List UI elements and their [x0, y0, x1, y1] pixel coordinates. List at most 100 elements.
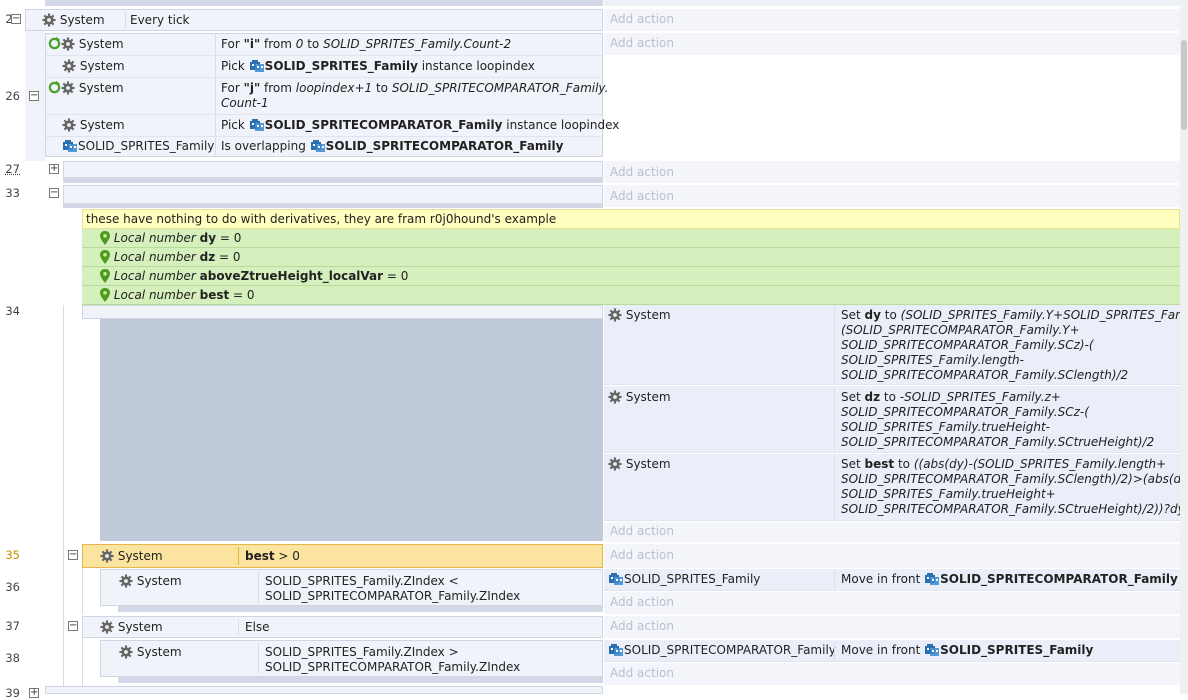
- condition-text: For "j" from loopindex+1 to SOLID_SPRITE…: [221, 81, 609, 95]
- line-number-37: 37: [5, 619, 20, 633]
- condition-text: Every tick: [130, 13, 190, 27]
- add-action-link[interactable]: Add action: [610, 189, 674, 203]
- action-move-in-front-36[interactable]: SOLID_SPRITES_Family Move in front SOLID…: [604, 569, 1180, 591]
- line-number-38: 38: [5, 651, 20, 665]
- condition-object: System: [78, 37, 124, 51]
- event-26-actions: Add action: [604, 33, 1180, 55]
- event-37-indent: [82, 638, 100, 686]
- local-variable-row[interactable]: Local number aboveZtrueHeight_localVar =…: [82, 267, 1180, 286]
- action-set-dz[interactable]: System Set dz to -SOLID_SPRITES_Family.z…: [604, 386, 1180, 453]
- add-action-link[interactable]: Add action: [610, 619, 674, 633]
- event-27-actions: Add action: [604, 161, 1180, 183]
- collapse-toggle-37[interactable]: −: [68, 621, 78, 631]
- scrollbar-thumb[interactable]: [1181, 40, 1187, 130]
- event-34-condition[interactable]: [82, 305, 603, 319]
- add-action-link[interactable]: Add action: [610, 36, 674, 50]
- action-text: Set dz to -SOLID_SPRITES_Family.z+ SOLID…: [841, 390, 1155, 449]
- condition-text: Else: [245, 620, 270, 634]
- gear-icon: [119, 574, 133, 588]
- gear-icon: [42, 13, 56, 27]
- condition-object: SOLID_SPRITES_Family: [78, 139, 215, 153]
- add-action-link[interactable]: Add action: [610, 524, 674, 538]
- add-action-link[interactable]: Add action: [610, 666, 674, 680]
- event-33-actions: Add action: [604, 185, 1180, 207]
- sprite-family-icon: [608, 643, 624, 657]
- action-text: Move in front SOLID_SPRITECOMPARATOR_Fam…: [841, 572, 1178, 586]
- expand-toggle-27[interactable]: +: [49, 164, 59, 174]
- condition-text: best > 0: [245, 549, 300, 563]
- event-39-condition[interactable]: [45, 686, 603, 694]
- local-variable-icon: [100, 288, 110, 302]
- condition-text: SOLID_SPRITES_Family.ZIndex > SOLID_SPRIT…: [265, 645, 521, 674]
- line-number-35: 35: [5, 548, 20, 562]
- event-37-condition[interactable]: System Else: [82, 616, 603, 638]
- local-variable-row[interactable]: Local number dy = 0: [82, 229, 1180, 248]
- condition-object: System: [117, 549, 163, 563]
- event-36-condition[interactable]: System SOLID_SPRITES_Family.ZIndex < SOLI…: [100, 569, 603, 606]
- event-35-actions: Add action: [604, 544, 1180, 568]
- condition-text: For "i" from 0 to SOLID_SPRITES_Family.C…: [221, 37, 512, 51]
- line-number-39: 39: [5, 686, 20, 700]
- event-38-bar: [118, 677, 603, 683]
- event-36-bar: [118, 606, 603, 612]
- expand-toggle-39[interactable]: +: [29, 688, 39, 698]
- local-variable-icon: [100, 269, 110, 283]
- condition-object: System: [78, 81, 124, 95]
- condition-for-j[interactable]: System For "j" from loopindex+1 to SOLID…: [46, 78, 608, 115]
- local-variable-row[interactable]: Local number dz = 0: [82, 248, 1180, 267]
- action-object: System: [625, 390, 671, 404]
- local-variable-row[interactable]: Local number best = 0: [82, 286, 1180, 305]
- loop-icon: [48, 37, 61, 50]
- comment-text: these have nothing to do with derivative…: [86, 212, 557, 226]
- condition-text: Pick SOLID_SPRITECOMPARATOR_Family insta…: [221, 118, 620, 132]
- event-33-bar: [63, 203, 603, 208]
- comment-row[interactable]: these have nothing to do with derivative…: [82, 209, 1180, 229]
- action-text: Set dy to (SOLID_SPRITES_Family.Y+SOLID_…: [841, 308, 1188, 382]
- condition-pick-sprites[interactable]: System Pick SOLID_SPRITES_Family instanc…: [46, 56, 602, 78]
- event-25-condition[interactable]: System Every tick: [25, 9, 603, 31]
- previous-action-strip: [604, 0, 1180, 6]
- condition-for-i[interactable]: System For "i" from 0 to SOLID_SPRITES_F…: [46, 34, 602, 56]
- add-action-link[interactable]: Add action: [610, 165, 674, 179]
- gear-icon: [100, 549, 114, 563]
- collapse-toggle-25[interactable]: −: [11, 14, 21, 24]
- condition-text-continued: Count-1: [221, 96, 269, 110]
- add-action-link[interactable]: Add action: [610, 595, 674, 609]
- condition-is-overlapping[interactable]: SOLID_SPRITES_Family Is overlapping SOLI…: [46, 137, 602, 157]
- local-variable-icon: [100, 250, 110, 264]
- line-number-34: 34: [5, 304, 20, 318]
- action-object: SOLID_SPRITES_Family: [624, 572, 761, 586]
- event-38-condition[interactable]: System SOLID_SPRITES_Family.ZIndex > SOLI…: [100, 640, 603, 677]
- condition-pick-comparator[interactable]: System Pick SOLID_SPRITECOMPARATOR_Famil…: [46, 115, 619, 137]
- event-33-indent: [63, 305, 83, 689]
- event-34-add-action: Add action: [604, 522, 1180, 542]
- event-35-condition[interactable]: System best > 0: [82, 544, 603, 568]
- condition-text: Is overlapping SOLID_SPRITECOMPARATOR_Fa…: [221, 139, 564, 153]
- action-object: System: [625, 308, 671, 322]
- event-27-bar: [63, 177, 603, 183]
- collapse-toggle-26[interactable]: −: [29, 91, 39, 101]
- collapse-toggle-35[interactable]: −: [68, 550, 78, 560]
- condition-object: System: [79, 118, 125, 132]
- gear-icon: [62, 59, 76, 73]
- gear-icon: [61, 81, 75, 95]
- gear-icon: [608, 457, 622, 471]
- action-text: Set best to ((abs(dy)-(SOLID_SPRITES_Fam…: [841, 457, 1188, 516]
- gear-icon: [62, 118, 76, 132]
- action-set-dy[interactable]: System Set dy to (SOLID_SPRITES_Family.Y…: [604, 305, 1188, 385]
- sprite-family-icon: [310, 139, 326, 153]
- action-object: SOLID_SPRITECOMPARATOR_Family: [624, 643, 836, 657]
- condition-object: System: [136, 574, 182, 588]
- loop-icon: [48, 81, 61, 94]
- add-action-link[interactable]: Add action: [610, 12, 674, 26]
- action-set-best[interactable]: System Set best to ((abs(dy)-(SOLID_SPRI…: [604, 454, 1188, 521]
- condition-object: System: [59, 13, 105, 27]
- action-move-in-front-38[interactable]: SOLID_SPRITECOMPARATOR_Family Move in fr…: [604, 640, 1180, 662]
- collapse-toggle-33[interactable]: −: [49, 188, 59, 198]
- vertical-scrollbar[interactable]: [1180, 0, 1188, 694]
- condition-object: System: [136, 645, 182, 659]
- add-action-link[interactable]: Add action: [610, 548, 674, 562]
- gear-icon: [100, 620, 114, 634]
- condition-text: Pick SOLID_SPRITES_Family instance loopi…: [221, 59, 535, 73]
- event-35-indent: [82, 568, 100, 614]
